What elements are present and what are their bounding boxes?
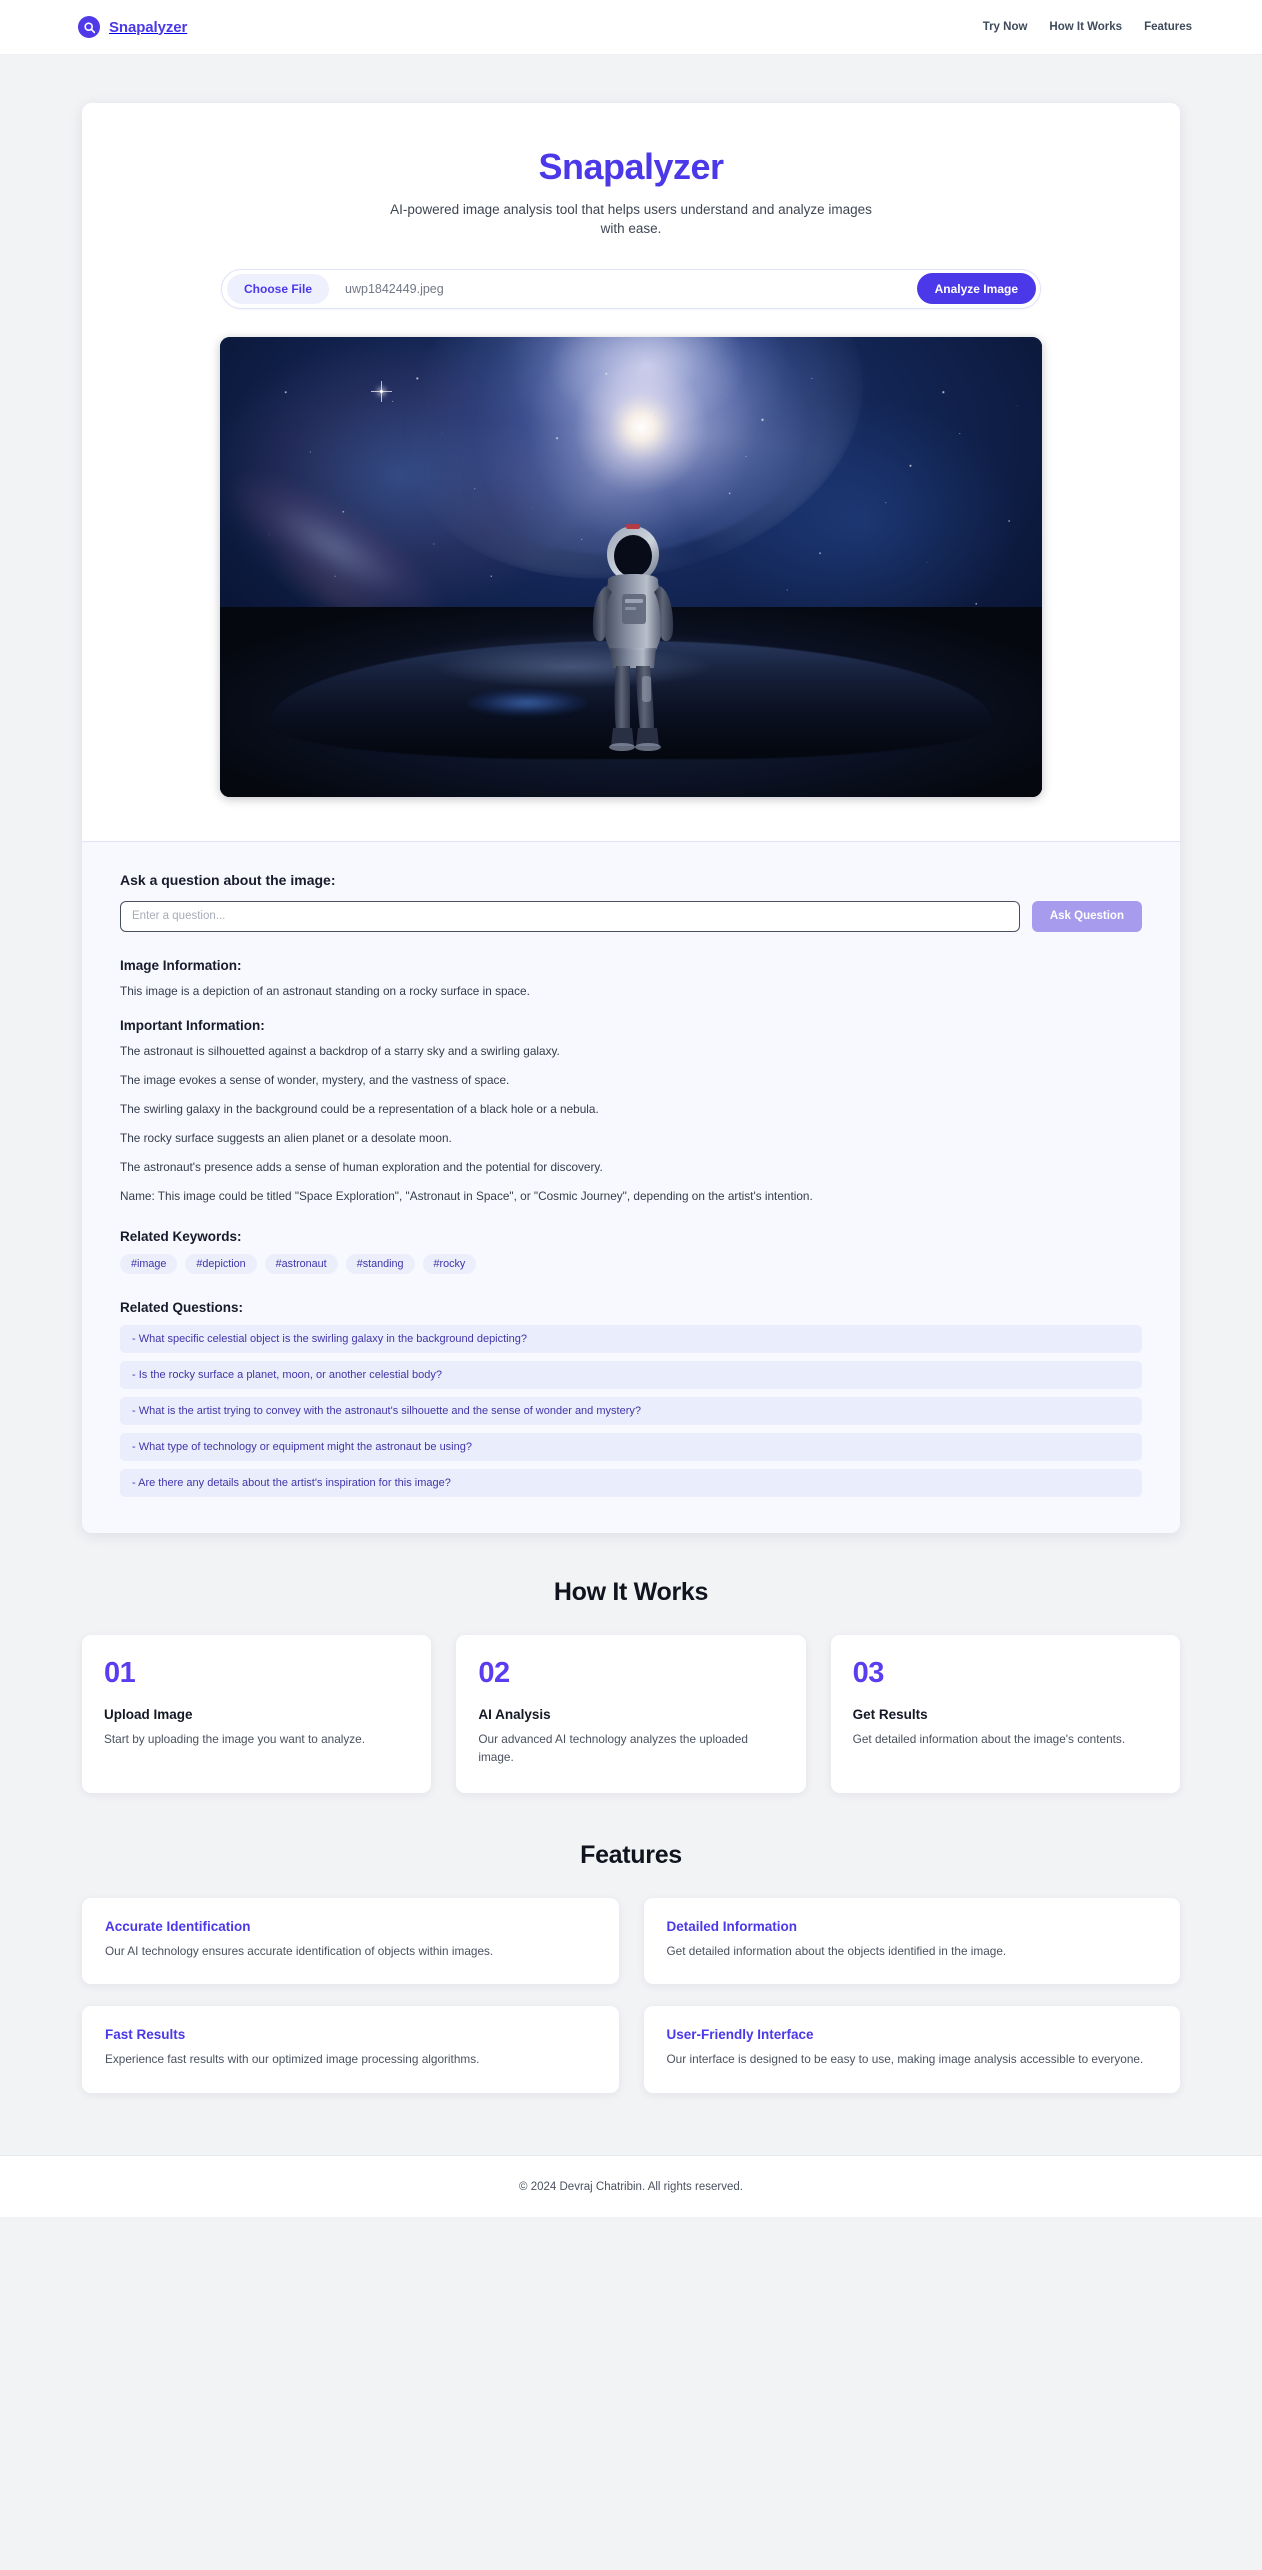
important-information-item: Name: This image could be titled "Space … [120, 1189, 813, 1204]
site-footer: © 2024 Devraj Chatribin. All rights rese… [0, 2155, 1262, 2218]
important-information-list: The astronaut is silhouetted against a b… [120, 1043, 1142, 1206]
feature-title: Fast Results [105, 2027, 186, 2043]
image-preview[interactable] [220, 336, 1042, 797]
feature-description: Experience fast results with our optimiz… [105, 2052, 480, 2067]
how-it-works-steps: 01 Upload Image Start by uploading the i… [82, 1635, 1180, 1793]
keyword-pill[interactable]: #astronaut [264, 1254, 338, 1275]
ask-question-heading: Ask a question about the image: [120, 871, 336, 888]
analysis-results-panel: Ask a question about the image: Ask Ques… [82, 840, 1180, 1534]
how-it-works-heading: How It Works [553, 1578, 709, 1607]
related-question-item[interactable]: - What is the artist trying to convey wi… [120, 1397, 1142, 1426]
keyword-pill[interactable]: #depiction [185, 1254, 257, 1275]
important-information-item: The rocky surface suggests an alien plan… [120, 1131, 452, 1146]
step-description: Our advanced AI technology analyzes the … [478, 1732, 748, 1765]
image-information-title: Image Information: [120, 957, 242, 973]
step-description: Start by uploading the image you want to… [104, 1732, 366, 1747]
related-question-item[interactable]: - Are there any details about the artist… [120, 1469, 1142, 1498]
feature-card: User-Friendly Interface Our interface is… [643, 2006, 1180, 2094]
step-title: Get Results [852, 1707, 928, 1723]
feature-card: Detailed Information Get detailed inform… [643, 1897, 1180, 1985]
hero-section: Snapalyzer AI-powered image analysis too… [82, 103, 1180, 841]
nav-link-try-now[interactable]: Try Now [983, 21, 1028, 33]
features-section: Features Accurate Identification Our AI … [82, 1793, 1180, 2094]
ask-question-row: Ask Question [120, 900, 1142, 932]
important-information-item: The astronaut's presence adds a sense of… [120, 1160, 603, 1175]
step-number: 02 [478, 1657, 510, 1690]
step-card: 03 Get Results Get detailed information … [830, 1635, 1180, 1793]
site-header: Snapalyzer Try Now How It Works Features [0, 0, 1262, 55]
analyze-image-button[interactable]: Analyze Image [916, 273, 1036, 305]
features-grid: Accurate Identification Our AI technolog… [82, 1897, 1180, 2094]
important-information-item: The astronaut is silhouetted against a b… [120, 1043, 560, 1058]
nav-link-features[interactable]: Features [1144, 21, 1192, 33]
selected-file-name: uwp1842449.jpeg [345, 281, 444, 296]
search-icon [78, 16, 100, 38]
step-title: AI Analysis [478, 1707, 551, 1723]
hero-subtitle: AI-powered image analysis tool that help… [390, 201, 872, 237]
question-input[interactable] [120, 900, 1020, 932]
file-upload-row: Choose File uwp1842449.jpeg Analyze Imag… [221, 268, 1041, 309]
related-keywords-list: #image #depiction #astronaut #standing #… [120, 1254, 1142, 1275]
page-title: Snapalyzer [538, 146, 724, 187]
important-information-item: The image evokes a sense of wonder, myst… [120, 1072, 510, 1087]
keyword-pill[interactable]: #rocky [422, 1254, 477, 1275]
brand-logo-link[interactable]: Snapalyzer [78, 16, 187, 38]
main-nav: Try Now How It Works Features [983, 21, 1192, 33]
feature-title: User-Friendly Interface [666, 2027, 814, 2043]
nav-link-how-it-works[interactable]: How It Works [1049, 21, 1122, 33]
related-question-item[interactable]: - What type of technology or equipment m… [120, 1433, 1142, 1462]
ask-question-button[interactable]: Ask Question [1031, 900, 1142, 932]
step-title: Upload Image [104, 1707, 193, 1723]
analyzer-card: Snapalyzer AI-powered image analysis too… [82, 103, 1180, 1534]
related-question-item[interactable]: - What specific celestial object is the … [120, 1325, 1142, 1354]
related-questions-list: - What specific celestial object is the … [120, 1325, 1142, 1498]
feature-description: Our interface is designed to be easy to … [666, 2052, 1144, 2067]
astronaut-figure [568, 516, 698, 766]
step-number: 03 [852, 1657, 885, 1690]
feature-card: Fast Results Experience fast results wit… [82, 2006, 619, 2094]
step-description: Get detailed information about the image… [852, 1732, 1126, 1747]
feature-title: Accurate Identification [105, 1918, 251, 1934]
keyword-pill[interactable]: #image [120, 1254, 178, 1275]
step-card: 02 AI Analysis Our advanced AI technolog… [456, 1635, 806, 1793]
feature-description: Get detailed information about the objec… [666, 1943, 1007, 1958]
image-information-text: This image is a depiction of an astronau… [120, 983, 530, 998]
feature-title: Detailed Information [666, 1918, 798, 1934]
step-card: 01 Upload Image Start by uploading the i… [82, 1635, 432, 1793]
related-question-item[interactable]: - Is the rocky surface a planet, moon, o… [120, 1361, 1142, 1390]
page-body: Snapalyzer AI-powered image analysis too… [0, 103, 1262, 2218]
choose-file-button[interactable]: Choose File [227, 273, 330, 304]
important-information-item: The swirling galaxy in the background co… [120, 1102, 599, 1116]
copyright-text: © 2024 Devraj Chatribin. All rights rese… [519, 2180, 743, 2193]
feature-description: Our AI technology ensures accurate ident… [105, 1943, 494, 1958]
step-number: 01 [104, 1657, 136, 1690]
how-it-works-section: How It Works 01 Upload Image Start by up… [82, 1533, 1180, 1793]
related-keywords-title: Related Keywords: [120, 1229, 242, 1245]
important-information-title: Important Information: [120, 1017, 265, 1033]
bright-star-icon [371, 380, 393, 402]
brand-name: Snapalyzer [109, 18, 188, 36]
related-questions-title: Related Questions: [120, 1300, 244, 1316]
feature-card: Accurate Identification Our AI technolog… [82, 1897, 619, 1985]
keyword-pill[interactable]: #standing [345, 1254, 415, 1275]
features-heading: Features [580, 1840, 682, 1869]
